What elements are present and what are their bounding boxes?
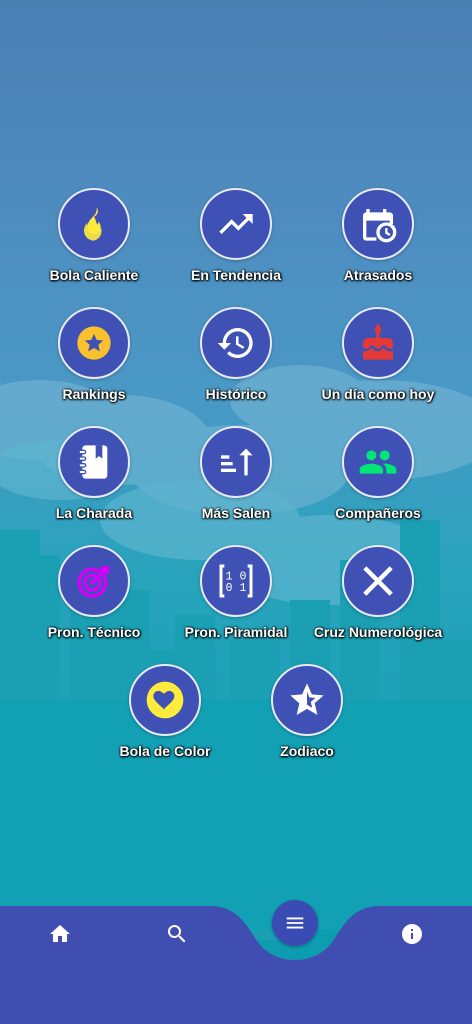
menu-item-un-dia-como-hoy[interactable]: Un día como hoy bbox=[303, 307, 453, 402]
nav-info-button[interactable] bbox=[392, 914, 432, 954]
menu-item-bola-caliente[interactable]: Bola Caliente bbox=[19, 188, 169, 283]
menu-item-circle bbox=[58, 545, 130, 617]
menu-item-label: Bola de Color bbox=[119, 743, 211, 759]
binary-matrix-icon: 1 0 0 1 bbox=[219, 564, 253, 598]
menu-item-mas-salen[interactable]: Más Salen bbox=[161, 426, 311, 521]
menu-item-label: Pron. Piramidal bbox=[184, 624, 288, 640]
trending-up-icon bbox=[219, 214, 253, 234]
nav-menu-button[interactable] bbox=[272, 900, 318, 946]
menu-item-rankings[interactable]: Rankings bbox=[19, 307, 169, 402]
menu-item-label: Compañeros bbox=[335, 505, 421, 521]
calendar-clock-icon bbox=[363, 209, 397, 243]
menu-item-circle bbox=[342, 307, 414, 379]
menu-item-zodiaco[interactable]: Zodiaco bbox=[232, 664, 382, 759]
menu-item-circle bbox=[200, 188, 272, 260]
history-icon bbox=[217, 328, 253, 358]
target-arrow-icon bbox=[77, 566, 109, 598]
menu-item-circle bbox=[58, 307, 130, 379]
menu-item-atrasados[interactable]: Atrasados bbox=[303, 188, 453, 283]
menu-item-circle bbox=[200, 307, 272, 379]
nav-search-button[interactable] bbox=[157, 914, 197, 954]
menu-item-circle bbox=[342, 545, 414, 617]
menu-item-label: En Tendencia bbox=[191, 267, 281, 283]
nav-home-button[interactable] bbox=[40, 914, 80, 954]
sort-ascending-icon bbox=[221, 448, 253, 476]
search-icon bbox=[168, 925, 186, 943]
menu-item-pron-piramidal[interactable]: 1 0 0 1 Pron. Piramidal bbox=[161, 545, 311, 640]
menu-item-label: Bola Caliente bbox=[49, 267, 139, 283]
menu-item-label: Zodiaco bbox=[280, 743, 334, 759]
birthday-cake-icon bbox=[363, 323, 393, 360]
group-icon bbox=[359, 450, 397, 474]
menu-item-companeros[interactable]: Compañeros bbox=[303, 426, 453, 521]
menu-item-circle bbox=[129, 664, 201, 736]
menu-item-circle: 1 0 0 1 bbox=[200, 545, 272, 617]
menu-item-pron-tecnico[interactable]: Pron. Técnico bbox=[19, 545, 169, 640]
menu-item-label: Más Salen bbox=[201, 505, 271, 521]
heart-ball-icon bbox=[146, 681, 184, 719]
menu-item-label: Cruz Numerológica bbox=[313, 624, 443, 640]
bottom-navigation bbox=[0, 900, 472, 1024]
home-icon bbox=[50, 925, 70, 942]
menu-item-circle bbox=[342, 188, 414, 260]
star-outline-icon bbox=[290, 683, 324, 715]
menu-item-la-charada[interactable]: La Charada bbox=[19, 426, 169, 521]
menu-item-en-tendencia[interactable]: En Tendencia bbox=[161, 188, 311, 283]
notebook-icon bbox=[78, 445, 108, 479]
menu-item-label: Un día como hoy bbox=[321, 386, 435, 402]
info-icon bbox=[402, 924, 422, 944]
menu-item-historico[interactable]: Histórico bbox=[161, 307, 311, 402]
menu-item-label: Histórico bbox=[205, 386, 267, 402]
menu-item-circle bbox=[58, 188, 130, 260]
menu-item-label: Rankings bbox=[62, 386, 126, 402]
menu-item-label: La Charada bbox=[55, 505, 133, 521]
menu-icon bbox=[286, 917, 304, 929]
svg-text:0 1: 0 1 bbox=[226, 581, 247, 595]
cross-x-icon bbox=[363, 566, 393, 596]
menu-item-label: Atrasados bbox=[343, 267, 413, 283]
menu-item-label: Pron. Técnico bbox=[47, 624, 141, 640]
menu-grid: Bola Caliente En Tendencia Atrasados Ran… bbox=[0, 0, 472, 900]
flame-icon bbox=[84, 207, 102, 241]
menu-item-circle bbox=[200, 426, 272, 498]
star-badge-icon bbox=[77, 326, 111, 360]
menu-item-circle bbox=[342, 426, 414, 498]
menu-item-cruz-numerologica[interactable]: Cruz Numerológica bbox=[303, 545, 453, 640]
menu-item-circle bbox=[271, 664, 343, 736]
menu-item-circle bbox=[58, 426, 130, 498]
menu-item-bola-de-color[interactable]: Bola de Color bbox=[90, 664, 240, 759]
